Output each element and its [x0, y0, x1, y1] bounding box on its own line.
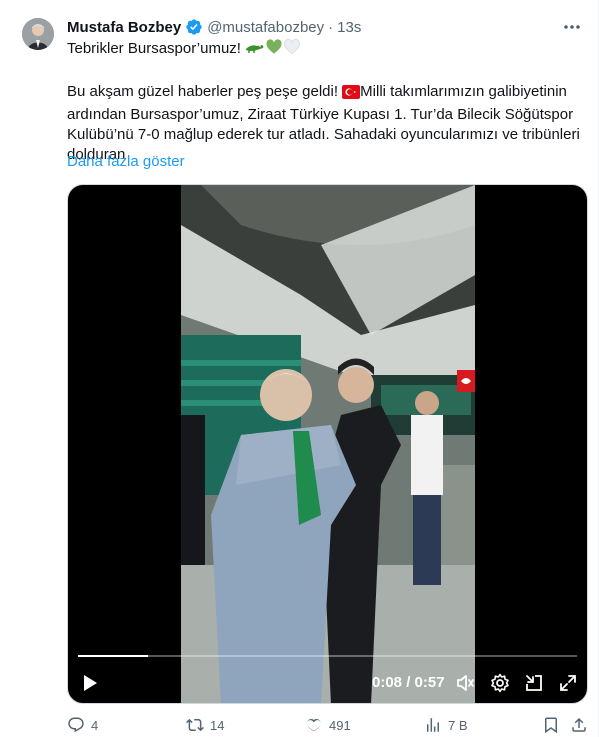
tweet-line-1-text: Tebrikler Bursaspor’umuz!	[67, 40, 246, 57]
minimize-icon[interactable]	[524, 673, 544, 693]
fullscreen-icon[interactable]	[558, 673, 578, 693]
tweet-line-1: Tebrikler Bursaspor’umuz!	[67, 38, 583, 62]
more-dots-icon[interactable]	[560, 18, 584, 36]
reply-count: 4	[91, 717, 99, 733]
author-handle[interactable]: @mustafabozbey	[207, 19, 324, 36]
video-time: 0:08 / 0:57	[372, 674, 445, 691]
views-bar-chart-icon	[427, 718, 439, 732]
tweet-header: Mustafa Bozbey @mustafabozbey · 13s	[67, 17, 361, 37]
turkey-flag-icon	[342, 85, 361, 105]
share-icon	[572, 717, 586, 732]
settings-gear-icon[interactable]	[490, 673, 510, 693]
like-button[interactable]: 491	[305, 715, 351, 735]
reply-button[interactable]: 4	[67, 715, 98, 735]
video-player[interactable]: 0:08 / 0:57	[67, 184, 588, 704]
heart-icon	[307, 719, 321, 732]
views-count: 7 B	[448, 717, 468, 733]
views-button[interactable]: 7 B	[424, 715, 468, 735]
bookmark-button[interactable]	[542, 715, 560, 735]
video-time-separator: /	[406, 674, 411, 691]
volume-icon[interactable]	[455, 673, 475, 693]
verified-badge-icon	[185, 18, 203, 36]
tweet-paragraph-2-a: Bu akşam güzel haberler peş peşe geldi!	[67, 83, 343, 100]
video-current-time: 0:08	[372, 674, 403, 691]
tweet-text: Tebrikler Bursaspor’umuz! Bu akşam güzel…	[67, 38, 583, 165]
avatar[interactable]	[22, 18, 54, 50]
video-frame[interactable]	[181, 185, 475, 703]
like-count: 491	[329, 717, 351, 733]
share-button[interactable]	[570, 715, 588, 735]
show-more-link[interactable]: Daha fazla göster	[67, 152, 185, 172]
bookmark-icon	[545, 717, 557, 734]
tweet-actions: 4 14 491 7 B	[67, 715, 587, 735]
video-controls: 0:08 / 0:57	[68, 669, 587, 697]
reply-bubble-icon	[68, 717, 84, 733]
tweet-timestamp[interactable]: 13s	[337, 19, 361, 36]
tweet-card[interactable]: Mustafa Bozbey @mustafabozbey · 13s Tebr…	[0, 0, 599, 737]
video-duration: 0:57	[414, 674, 445, 691]
repost-arrows-icon	[186, 718, 204, 732]
video-progress-fill	[78, 655, 148, 657]
video-progress-bar[interactable]	[78, 655, 577, 657]
green-heart-icon	[265, 38, 283, 62]
separator-dot: ·	[328, 18, 334, 36]
crocodile-emoji-icon	[245, 38, 265, 62]
white-heart-icon	[283, 38, 301, 62]
repost-button[interactable]: 14	[186, 715, 224, 735]
repost-count: 14	[210, 717, 225, 733]
play-icon[interactable]	[80, 673, 100, 693]
author-name[interactable]: Mustafa Bozbey	[67, 19, 181, 36]
